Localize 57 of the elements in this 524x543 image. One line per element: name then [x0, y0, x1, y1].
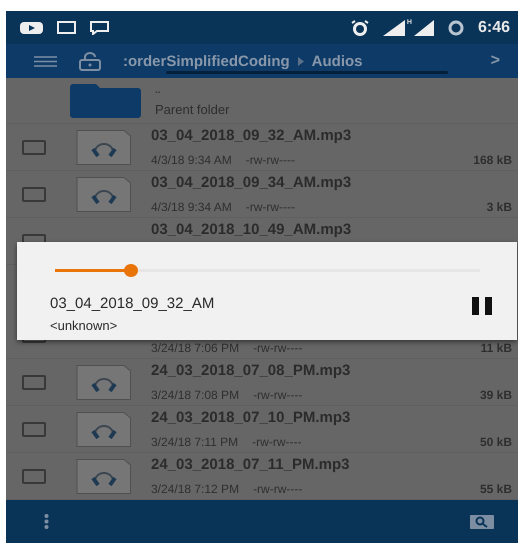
file-size: 3 kB: [486, 200, 512, 214]
checkbox[interactable]: [22, 468, 46, 484]
checkbox[interactable]: [22, 374, 46, 390]
folder-label: Parent folder: [155, 102, 230, 116]
battery-ring-icon: [448, 20, 464, 36]
audio-file-icon: [76, 130, 131, 164]
audio-file-icon: [76, 176, 131, 212]
signal-icon: [382, 20, 405, 36]
video-icon: [20, 22, 43, 34]
more-icon[interactable]: [44, 514, 49, 529]
breadcrumb-item[interactable]: Audios: [312, 52, 363, 70]
file-date: 3/24/18 7:12 PM: [151, 482, 240, 496]
list-row[interactable]: .. Parent folder: [6, 78, 518, 124]
folder-icon: [70, 84, 141, 118]
screen-icon: [57, 21, 76, 34]
folder-name: ..: [155, 84, 162, 96]
forward-button[interactable]: >: [490, 52, 500, 70]
file-size: 39 kB: [480, 388, 512, 402]
unlock-icon[interactable]: [79, 52, 101, 70]
file-size: 11 kB: [480, 341, 512, 355]
file-date: 4/3/18 9:34 AM: [151, 200, 232, 214]
audio-file-icon: [76, 458, 131, 494]
file-size: 55 kB: [480, 482, 512, 496]
file-date: 4/3/18 9:34 AM: [151, 153, 232, 167]
checkbox[interactable]: [22, 140, 46, 154]
checkbox[interactable]: [22, 422, 46, 436]
file-name: 03_04_2018_10_49_AM.mp3: [151, 221, 352, 238]
file-name: 03_04_2018_09_34_AM.mp3: [151, 174, 352, 191]
file-size: 168 kB: [473, 153, 512, 167]
slider-thumb[interactable]: [124, 264, 138, 277]
file-date: 3/24/18 7:06 PM: [151, 341, 240, 355]
menu-icon[interactable]: [34, 56, 57, 66]
file-name: 24_03_2018_07_10_PM.mp3: [151, 409, 352, 426]
audio-file-icon: [76, 364, 131, 400]
breadcrumb-item[interactable]: :orderSimplifiedCoding: [123, 52, 290, 70]
file-permissions: -rw-rw----: [253, 341, 304, 355]
file-permissions: -rw-rw----: [253, 482, 304, 496]
search-icon[interactable]: [470, 514, 494, 528]
file-date: 3/24/18 7:11 PM: [151, 435, 238, 449]
signal-icon: [414, 20, 434, 36]
checkbox[interactable]: [22, 186, 46, 202]
file-name: 24_03_2018_07_11_PM.mp3: [151, 456, 351, 473]
file-permissions: -rw-rw----: [246, 200, 296, 214]
alarm-icon: [350, 20, 369, 36]
file-name: 03_04_2018_09_32_AM.mp3: [151, 127, 352, 144]
file-permissions: -rw-rw----: [253, 388, 304, 402]
message-icon: [90, 20, 109, 34]
file-date: 3/24/18 7:08 PM: [151, 388, 240, 402]
file-size: 50 kB: [480, 435, 512, 449]
file-permissions: -rw-rw----: [246, 153, 296, 167]
file-name: 24_03_2018_07_08_PM.mp3: [151, 362, 352, 379]
file-permissions: -rw-rw----: [252, 435, 302, 449]
chevron-icon: [298, 56, 304, 66]
clock: 6:46: [478, 18, 510, 36]
audio-file-icon: [76, 412, 131, 446]
track-title: 03_04_2018_09_32_AM: [50, 295, 214, 312]
track-artist: <unknown>: [50, 318, 118, 333]
